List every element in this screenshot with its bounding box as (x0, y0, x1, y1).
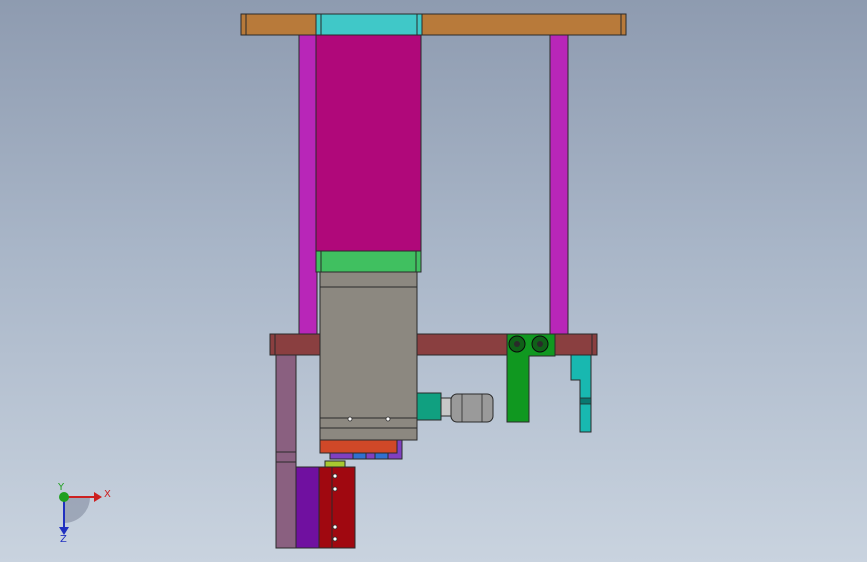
gripper-bolt-3 (332, 524, 338, 530)
sensor-cap[interactable] (416, 392, 442, 421)
teal-bracket[interactable] (570, 354, 592, 433)
blue-pad-1 (352, 452, 367, 460)
cylinder-collar[interactable] (315, 250, 422, 273)
right-guide-rod[interactable] (549, 34, 569, 336)
teal-bracket-slot (579, 397, 592, 405)
red-gripper-block[interactable] (318, 466, 356, 549)
y-axis-label: Y (57, 482, 65, 493)
triad-shadow (64, 497, 90, 523)
purple-gripper-block[interactable] (295, 466, 321, 549)
top-plate-end-left (240, 13, 247, 36)
mid-plate-end-left (269, 333, 276, 356)
top-plate-center-block[interactable] (315, 13, 423, 36)
sensor-neck (440, 397, 452, 417)
top-plate[interactable] (240, 13, 627, 36)
assembly-drawing: X Z Y (57, 13, 627, 549)
gripper-bolt-4 (332, 536, 338, 542)
z-axis-label: Z (60, 534, 67, 545)
red-base-plate[interactable] (319, 439, 398, 454)
roller-1-hub (514, 341, 520, 347)
slide-block[interactable] (319, 271, 418, 441)
cylinder-body[interactable] (315, 34, 422, 252)
x-axis-arrow (94, 492, 102, 502)
y-axis-dot (59, 492, 69, 502)
left-guide-rod[interactable] (298, 34, 318, 336)
blue-pad-2 (374, 452, 389, 460)
x-axis-label: X (104, 489, 111, 500)
roller-2-hub (537, 341, 543, 347)
gripper-bolt-2 (332, 486, 338, 492)
top-plate-end-right (620, 13, 627, 36)
axis-triad: X Z Y (57, 482, 111, 545)
slide-block-screw-2 (385, 416, 391, 422)
sensor-body[interactable] (450, 393, 494, 423)
mid-plate-end-right (591, 333, 598, 356)
cad-viewport[interactable]: X Z Y (0, 0, 867, 562)
slide-block-screw-1 (347, 416, 353, 422)
gripper-bolt-1 (332, 473, 338, 479)
